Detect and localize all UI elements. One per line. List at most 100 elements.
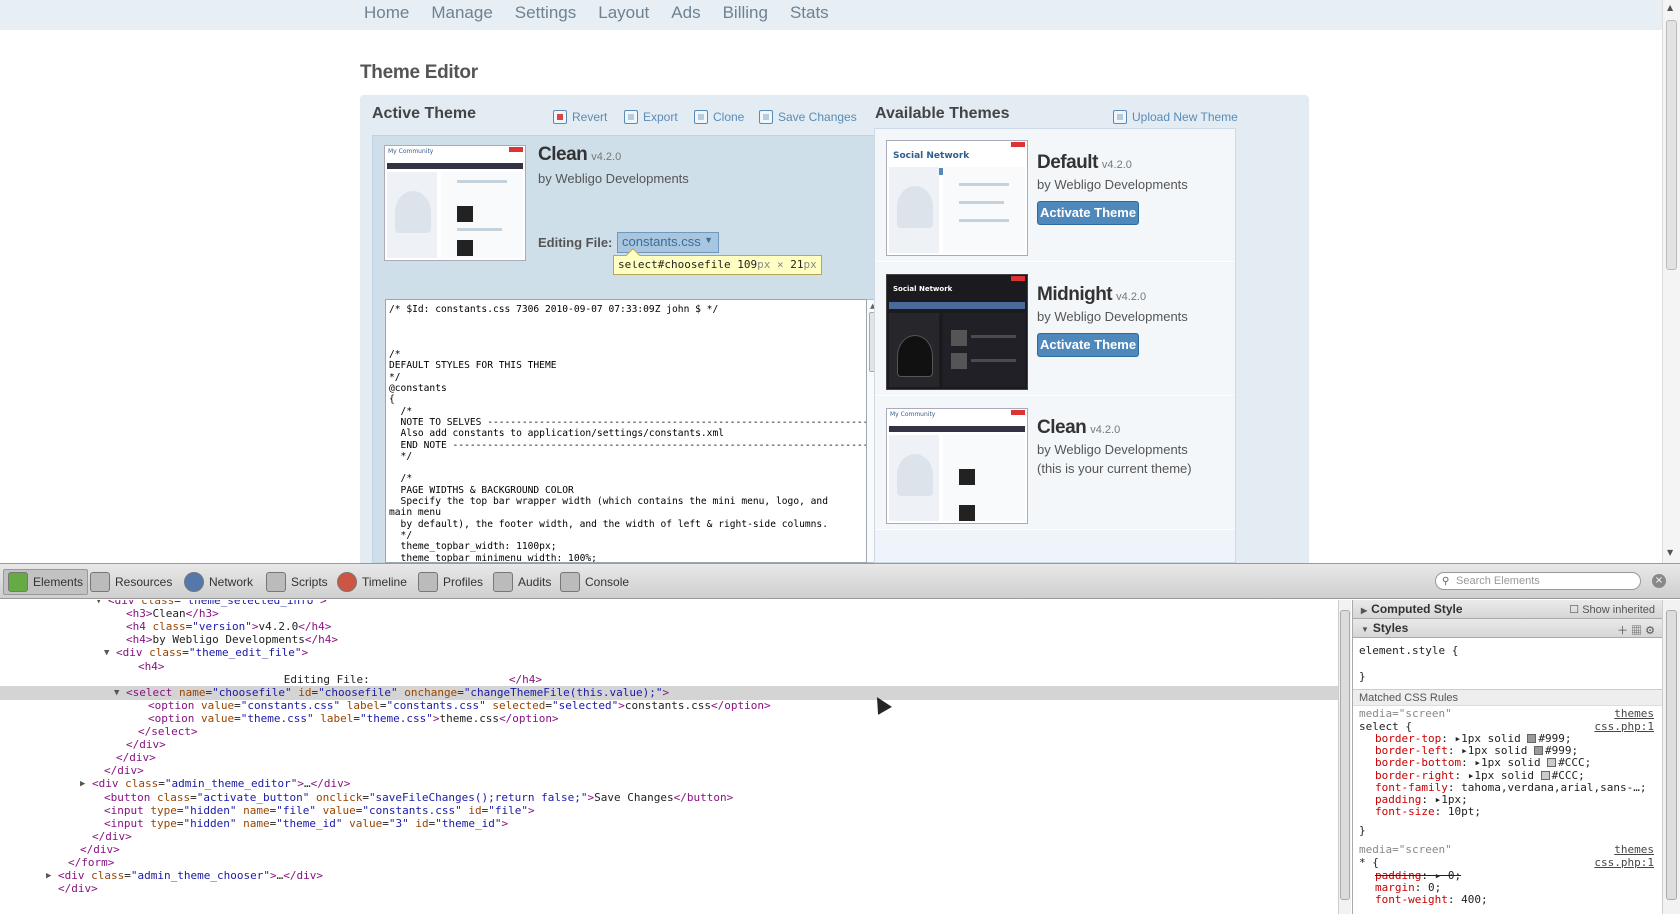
resources-icon bbox=[90, 572, 110, 592]
nav-layout[interactable]: Layout bbox=[598, 3, 649, 23]
css-property[interactable]: margin: 0; bbox=[1375, 881, 1441, 894]
dom-tree[interactable]: ▼ <div class="theme_selected_info"> <h3>Cl… bbox=[0, 600, 1338, 914]
search-icon: ⚲ bbox=[1442, 576, 1450, 587]
dom-node[interactable]: </select> bbox=[0, 725, 1338, 739]
dom-node[interactable]: <input type="hidden" name="file" value="… bbox=[0, 804, 1338, 818]
tab-profiles[interactable]: Profiles bbox=[414, 569, 487, 595]
collapse-icon: ▼ bbox=[1361, 625, 1369, 634]
nav-stats[interactable]: Stats bbox=[790, 3, 829, 23]
theme-editor-box: Active Theme Revert Export Clone Save Ch… bbox=[360, 95, 1309, 563]
nav-home[interactable]: Home bbox=[364, 3, 409, 23]
midnight-theme-thumbnail: Social Network bbox=[886, 274, 1028, 390]
tab-network[interactable]: Network bbox=[180, 569, 257, 595]
tab-console[interactable]: Console bbox=[556, 569, 633, 595]
page-viewport: Home Manage Settings Layout Ads Billing … bbox=[0, 0, 1680, 563]
activate-midnight-button[interactable]: Activate Theme bbox=[1037, 333, 1139, 357]
dom-node[interactable]: <option value="constants.css" label="con… bbox=[0, 699, 1338, 713]
dom-node[interactable]: ▶ <div class="admin_theme_chooser">…</div… bbox=[0, 869, 1338, 883]
midnight-theme-name: Midnight v4.2.0 bbox=[1037, 284, 1147, 305]
nav-ads[interactable]: Ads bbox=[671, 3, 700, 23]
dom-node[interactable]: <h4> bbox=[0, 660, 1338, 674]
dom-node[interactable]: </form> bbox=[0, 856, 1338, 870]
style-actions[interactable]: ＋ ▦ ⚙ bbox=[1617, 622, 1655, 638]
active-theme-name: Clean v4.2.0 bbox=[538, 144, 622, 165]
revert-label: Revert bbox=[572, 110, 608, 124]
search-elements-input[interactable]: ⚲ Search Elements bbox=[1435, 572, 1641, 590]
console-icon bbox=[560, 572, 580, 592]
css-property[interactable]: border-right: ▸1px solid #CCC; bbox=[1375, 769, 1585, 782]
source-link-1[interactable]: themes css.php:1 bbox=[1594, 707, 1654, 733]
scripts-icon bbox=[266, 572, 286, 592]
nav-billing[interactable]: Billing bbox=[723, 3, 768, 23]
timeline-icon bbox=[337, 572, 357, 592]
dom-node[interactable]: ▼ <div class="theme_edit_file"> bbox=[0, 646, 1338, 660]
styles-header[interactable]: ▼ Styles ＋ ▦ ⚙ bbox=[1353, 619, 1662, 638]
dom-node[interactable]: </div> bbox=[0, 764, 1338, 778]
matched-rules-header: Matched CSS Rules bbox=[1353, 689, 1662, 706]
css-property[interactable]: font-family: tahoma,verdana,arial,sans-…… bbox=[1375, 781, 1647, 794]
upload-icon bbox=[1113, 110, 1127, 124]
scroll-down-icon: ▼ bbox=[1667, 548, 1674, 557]
thumb-title: My Community bbox=[388, 148, 434, 155]
nav-manage[interactable]: Manage bbox=[431, 3, 492, 23]
revert-button[interactable]: Revert bbox=[553, 110, 607, 124]
tab-resources[interactable]: Resources bbox=[86, 569, 176, 595]
dom-node[interactable]: </div> bbox=[0, 751, 1338, 765]
dom-node[interactable]: <h4 class="version">v4.2.0</h4> bbox=[0, 620, 1338, 634]
sidebar-scrollbar[interactable] bbox=[1662, 600, 1680, 914]
css-property[interactable]: padding: ▸1px; bbox=[1375, 793, 1468, 806]
nav-settings[interactable]: Settings bbox=[515, 3, 576, 23]
dom-node[interactable]: Editing File: </h4> bbox=[0, 673, 1338, 687]
activate-default-button[interactable]: Activate Theme bbox=[1037, 201, 1139, 225]
universal-rule-selector: * { bbox=[1359, 856, 1379, 869]
export-label: Export bbox=[643, 110, 678, 124]
dom-node[interactable]: ▶ <div class="admin_theme_editor">…</div> bbox=[0, 777, 1338, 791]
default-theme-thumbnail: Social Network bbox=[886, 140, 1028, 256]
dom-node[interactable]: </div> bbox=[0, 830, 1338, 844]
clone-icon bbox=[694, 110, 708, 124]
upload-theme-button[interactable]: Upload New Theme bbox=[1113, 110, 1238, 124]
clean-theme-author: by Webligo Developments bbox=[1037, 442, 1188, 457]
page-scrollbar[interactable]: ▲ ▼ bbox=[1662, 0, 1680, 563]
code-editor[interactable]: /* $Id: constants.css 7306 2010-09-07 07… bbox=[385, 299, 867, 563]
dom-node[interactable]: <input type="hidden" name="theme_id" val… bbox=[0, 817, 1338, 831]
save-changes-button[interactable]: Save Changes bbox=[759, 110, 857, 124]
save-label: Save Changes bbox=[778, 110, 857, 124]
chevron-down-icon: ▼ bbox=[704, 235, 713, 245]
close-icon[interactable]: × bbox=[1652, 574, 1666, 588]
clone-button[interactable]: Clone bbox=[694, 110, 744, 124]
dom-node[interactable]: </div> bbox=[0, 738, 1338, 752]
css-property[interactable]: padding: ▸ 0; bbox=[1375, 869, 1461, 882]
css-property[interactable]: font-size: 10pt; bbox=[1375, 805, 1481, 818]
default-theme-author: by Webligo Developments bbox=[1037, 177, 1188, 192]
theme-item-midnight: Social Network Midnight v4.2.0 by Webligo… bbox=[875, 263, 1235, 396]
css-property[interactable]: font-weight: 400; bbox=[1375, 893, 1488, 906]
code-text: /* $Id: constants.css 7306 2010-09-07 07… bbox=[389, 304, 867, 563]
dom-node[interactable]: </div> bbox=[0, 882, 1338, 896]
tab-scripts[interactable]: Scripts bbox=[262, 569, 332, 595]
save-icon bbox=[759, 110, 773, 124]
dom-node[interactable]: </div> bbox=[0, 843, 1338, 857]
source-link-2[interactable]: themes css.php:1 bbox=[1594, 843, 1654, 869]
tab-timeline[interactable]: Timeline bbox=[333, 569, 411, 595]
css-property[interactable]: border-top: ▸1px solid #999; bbox=[1375, 732, 1571, 745]
media-screen-2: media="screen" bbox=[1359, 843, 1452, 856]
dom-node[interactable]: <button class="activate_button" onclick=… bbox=[0, 791, 1338, 805]
tab-elements[interactable]: Elements bbox=[3, 569, 89, 595]
css-property[interactable]: border-left: ▸1px solid #999; bbox=[1375, 744, 1578, 757]
css-property[interactable]: border-bottom: ▸1px solid #CCC; bbox=[1375, 756, 1591, 769]
active-theme-version: v4.2.0 bbox=[591, 151, 622, 163]
element-style-open: element.style { bbox=[1359, 644, 1459, 657]
tab-audits[interactable]: Audits bbox=[489, 569, 555, 595]
computed-style-header[interactable]: ▶ Computed Style ☐ Show inherited bbox=[1353, 600, 1662, 619]
dom-scrollbar[interactable] bbox=[1338, 600, 1351, 914]
clone-label: Clone bbox=[713, 110, 745, 124]
theme-item-default: Social Network Default v4.2.0 by Webligo … bbox=[875, 129, 1235, 262]
show-inherited-checkbox[interactable]: ☐ Show inherited bbox=[1569, 603, 1655, 616]
dom-node-selected[interactable]: ▼ <select name="choosefile" id="choosefil… bbox=[0, 685, 1338, 700]
dom-node[interactable]: <h4>by Webligo Developments</h4> bbox=[0, 633, 1338, 647]
devtools-panel: Elements Resources Network Scripts Timel… bbox=[0, 563, 1680, 914]
dom-node[interactable]: <option value="theme.css" label="theme.c… bbox=[0, 712, 1338, 726]
dom-node[interactable]: <h3>Clean</h3> bbox=[0, 607, 1338, 621]
export-button[interactable]: Export bbox=[624, 110, 678, 124]
